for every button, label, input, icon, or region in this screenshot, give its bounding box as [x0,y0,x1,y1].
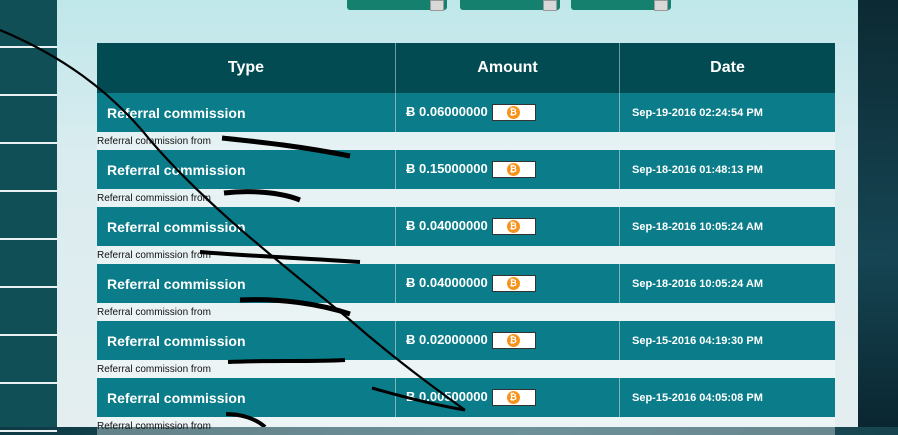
bitcoin-icon: ₿ [506,277,520,291]
date-cell: Sep-18-2016 10:05:24 AM [619,264,835,303]
top-button-1[interactable] [347,0,447,11]
table-row: Referral commission Ƀ 0.15000000 ₿ Sep-18… [97,150,835,189]
amount-cell: Ƀ 0.04000000 ₿ [395,264,620,303]
coin-badge: ₿ [491,275,536,293]
table-row: Referral commission Ƀ 0.06000000 ₿ Sep-19… [97,93,835,132]
type-cell: Referral commission [97,264,396,303]
sidebar-item[interactable] [0,192,57,240]
amount-value: Ƀ 0.02000000 [406,331,488,347]
date-cell: Sep-18-2016 01:48:13 PM [619,150,835,189]
sidebar-item[interactable] [0,0,57,48]
bitcoin-icon: ₿ [506,391,520,405]
coin-badge: ₿ [491,218,536,236]
row-note: Referral commission from [97,132,835,150]
row-note-text: Referral commission from [97,189,835,207]
amount-value: Ƀ 0.15000000 [406,160,488,176]
row-note-text: Referral commission from [97,360,835,378]
sidebar-item[interactable] [0,48,57,96]
amount-value: Ƀ 0.06000000 [406,103,488,119]
transactions-table: Type Amount Date Referral commission Ƀ 0… [97,43,835,435]
date-cell: Sep-19-2016 02:24:54 PM [619,93,835,132]
row-note: Referral commission from [97,189,835,207]
sidebar-item[interactable] [0,288,57,336]
row-note-text: Referral commission from [97,417,835,435]
sidebar-item[interactable] [0,144,57,192]
table-header-row: Type Amount Date [97,43,835,93]
row-note-text: Referral commission from [97,132,835,150]
type-cell: Referral commission [97,207,396,246]
button-handle [543,0,557,11]
type-cell: Referral commission [97,93,396,132]
row-note: Referral commission from [97,246,835,264]
amount-cell: Ƀ 0.06000000 ₿ [395,93,620,132]
type-cell: Referral commission [97,321,396,360]
amount-cell: Ƀ 0.00500000 ₿ [395,378,620,417]
type-cell: Referral commission [97,378,396,417]
sidebar-item[interactable] [0,384,57,432]
coin-badge: ₿ [491,332,536,350]
table-row: Referral commission Ƀ 0.02000000 ₿ Sep-15… [97,321,835,360]
column-header-date: Date [619,43,835,93]
row-note: Referral commission from [97,360,835,378]
bitcoin-icon: ₿ [506,163,520,177]
background-strip [858,0,898,427]
bitcoin-icon: ₿ [506,106,520,120]
row-note-text: Referral commission from [97,246,835,264]
date-cell: Sep-18-2016 10:05:24 AM [619,207,835,246]
sidebar-item[interactable] [0,240,57,288]
bitcoin-icon: ₿ [506,220,520,234]
date-cell: Sep-15-2016 04:19:30 PM [619,321,835,360]
sidebar-item[interactable] [0,336,57,384]
table-row: Referral commission Ƀ 0.04000000 ₿ Sep-18… [97,264,835,303]
amount-cell: Ƀ 0.15000000 ₿ [395,150,620,189]
column-header-type: Type [97,43,396,93]
amount-value: Ƀ 0.04000000 [406,274,488,290]
button-handle [430,0,444,11]
amount-cell: Ƀ 0.02000000 ₿ [395,321,620,360]
bitcoin-icon: ₿ [506,334,520,348]
column-header-amount: Amount [395,43,620,93]
sidebar-item[interactable] [0,96,57,144]
top-button-2[interactable] [460,0,560,11]
sidebar [0,0,57,432]
coin-badge: ₿ [491,389,536,407]
amount-cell: Ƀ 0.04000000 ₿ [395,207,620,246]
date-cell: Sep-15-2016 04:05:08 PM [619,378,835,417]
type-cell: Referral commission [97,150,396,189]
row-note: Referral commission from [97,417,835,435]
row-note: Referral commission from [97,303,835,321]
amount-value: Ƀ 0.00500000 [406,388,488,404]
coin-badge: ₿ [491,161,536,179]
button-handle [654,0,668,11]
amount-value: Ƀ 0.04000000 [406,217,488,233]
top-button-3[interactable] [571,0,671,11]
table-row: Referral commission Ƀ 0.04000000 ₿ Sep-18… [97,207,835,246]
table-row: Referral commission Ƀ 0.00500000 ₿ Sep-15… [97,378,835,417]
coin-badge: ₿ [491,104,536,122]
row-note-text: Referral commission from [97,303,835,321]
